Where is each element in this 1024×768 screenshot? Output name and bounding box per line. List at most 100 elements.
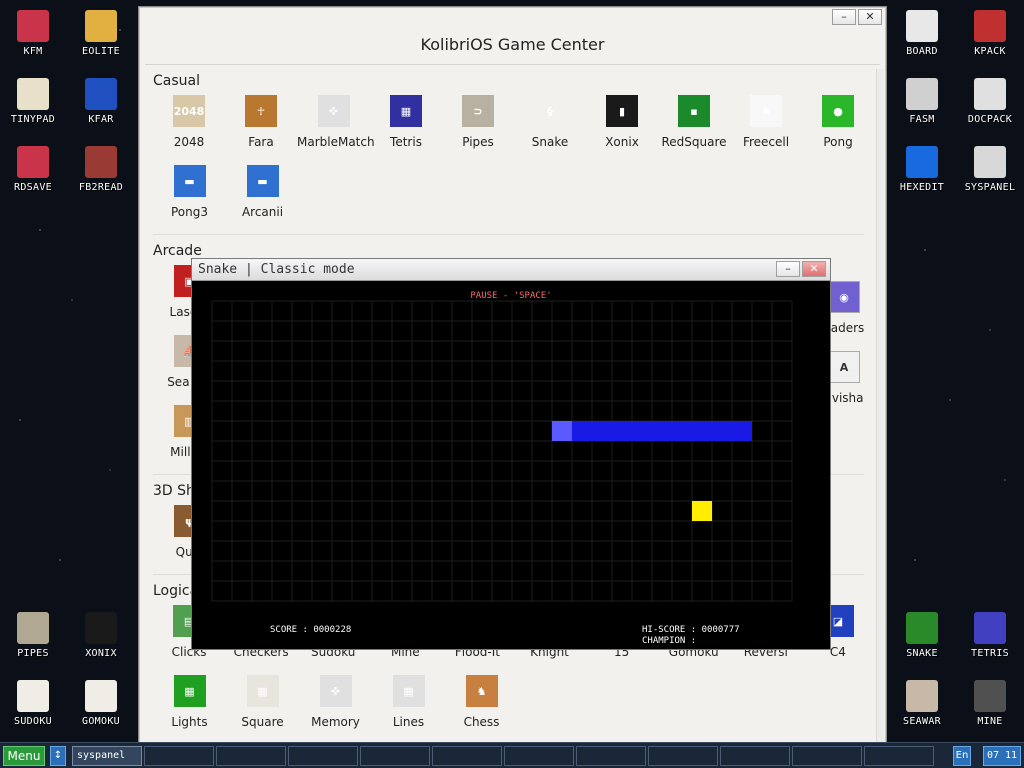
desktop-icon-label: SYSPANEL (964, 182, 1016, 193)
game-label: MarbleMatch (297, 135, 375, 149)
snake-segment (572, 421, 592, 441)
gamepad-icon: ✜ (319, 675, 352, 707)
fasm-icon (906, 78, 938, 110)
task-item-empty[interactable] (288, 746, 358, 766)
desktop-icon-fb2read[interactable]: FB2READ (69, 146, 133, 193)
game-lights[interactable]: ▦ Lights (153, 671, 226, 741)
game-chess[interactable]: ♞ Chess (445, 671, 518, 741)
desktop-icon-eolite[interactable]: EOLITE (69, 10, 133, 57)
arrow-button[interactable]: ↕ (50, 746, 66, 766)
game-arcanii[interactable]: ▬ Arcanii (226, 161, 299, 231)
desktop-icon-xonix[interactable]: XONIX (69, 612, 133, 659)
desktop-icon-label: DOCPACK (967, 114, 1013, 125)
snake-head (552, 421, 572, 441)
snake-segment (592, 421, 612, 441)
snake-title: Snake | Classic mode (198, 262, 355, 277)
snake-minimize-button[interactable]: – (776, 261, 800, 277)
task-item-empty[interactable] (792, 746, 862, 766)
desktop-icon-pipes[interactable]: PIPES (1, 612, 65, 659)
pipes-icon (17, 612, 49, 644)
desktop-icon-mine[interactable]: MINE (958, 680, 1022, 727)
minimize-button[interactable]: – (832, 9, 856, 25)
game-xonix[interactable]: ▮ Xonix (586, 91, 658, 161)
game-freecell[interactable]: ♠ Freecell (730, 91, 802, 161)
game-pipes[interactable]: ⊃ Pipes (442, 91, 514, 161)
task-item-empty[interactable] (504, 746, 574, 766)
snake-close-button[interactable]: ✕ (802, 261, 826, 277)
hiscore-block: HI-SCORE : 0000777 CHAMPION : (642, 625, 740, 647)
syspanel-icon (974, 146, 1006, 178)
game-fara[interactable]: ☥ Fara (225, 91, 297, 161)
task-item-empty[interactable] (864, 746, 934, 766)
game-center-title: KolibriOS Game Center (420, 35, 605, 54)
desktop-icon-syspanel[interactable]: SYSPANEL (958, 146, 1022, 193)
hiscore-text: HI-SCORE : 0000777 (642, 625, 740, 635)
task-item-syspanel[interactable]: syspanel (72, 746, 142, 766)
snake-playfield[interactable]: PAUSE - 'SPACE' SCORE : 0000228 HI-SCORE… (196, 283, 826, 647)
taskbar: Menu ↕ syspanel En 07 11 (0, 742, 1024, 768)
floppy-icon (17, 10, 49, 42)
desktop-icon-hexedit[interactable]: HEXEDIT (890, 146, 954, 193)
task-item-empty[interactable] (432, 746, 502, 766)
game-2048[interactable]: 2048 2048 (153, 91, 225, 161)
board-icon (906, 10, 938, 42)
desktop-icon-kfm[interactable]: KFM (1, 10, 65, 57)
desktop-icon-tetris[interactable]: TETRIS (958, 612, 1022, 659)
desktop-icon-seawar[interactable]: SEAWAR (890, 680, 954, 727)
game-label: Xonix (605, 135, 639, 149)
game-tetris[interactable]: ▦ Tetris (370, 91, 442, 161)
game-square[interactable]: ▦ Square (226, 671, 299, 741)
hexedit-icon (906, 146, 938, 178)
desktop-icon-fasm[interactable]: FASM (890, 78, 954, 125)
task-item-empty[interactable] (576, 746, 646, 766)
game-label: Tetris (390, 135, 422, 149)
docpack-icon (974, 78, 1006, 110)
redsquare-icon: ▪ (678, 95, 710, 127)
desktop-icon-sudoku[interactable]: SUDOKU (1, 680, 65, 727)
folder-icon (85, 10, 117, 42)
game-marblematch[interactable]: ✜ MarbleMatch (297, 91, 375, 161)
game-snake[interactable]: § Snake (514, 91, 586, 161)
language-indicator[interactable]: En (953, 746, 971, 766)
desktop-icon-tinypad[interactable]: TINYPAD (1, 78, 65, 125)
desktop-icon-board[interactable]: BOARD (890, 10, 954, 57)
desktop-icon-label: RDSAVE (14, 182, 52, 193)
desktop-icon-label: FASM (909, 114, 935, 125)
desktop-icon-snake[interactable]: SNAKE (890, 612, 954, 659)
game-pong[interactable]: ● Pong (802, 91, 874, 161)
task-item-empty[interactable] (720, 746, 790, 766)
game-label: Chess (463, 715, 500, 729)
paddle-icon: ▬ (246, 165, 279, 197)
xonix-icon: ▮ (606, 95, 638, 127)
game-lines[interactable]: ▦ Lines (372, 671, 445, 741)
gomoku-icon (85, 680, 117, 712)
snake-icon (906, 612, 938, 644)
task-item-empty[interactable] (216, 746, 286, 766)
desktop-icon-label: XONIX (85, 648, 117, 659)
game-redsquare[interactable]: ▪ RedSquare (658, 91, 730, 161)
gamepad-icon: ✜ (317, 95, 350, 127)
task-item-empty[interactable] (360, 746, 430, 766)
desktop-icon-kfar[interactable]: KFAR (69, 78, 133, 125)
game-label: Freecell (742, 135, 790, 149)
game-center-titlebar[interactable]: – ✕ (139, 7, 886, 29)
desktop-icon-kpack[interactable]: KPACK (958, 10, 1022, 57)
task-item-empty[interactable] (144, 746, 214, 766)
desktop-icon-gomoku[interactable]: GOMOKU (69, 680, 133, 727)
desktop-icon-docpack[interactable]: DOCPACK (958, 78, 1022, 125)
game-memory[interactable]: ✜ Memory (299, 671, 372, 741)
ball-icon: ● (822, 95, 854, 127)
scrollbar[interactable] (876, 69, 884, 751)
snake-grid (211, 300, 793, 602)
commander-icon (85, 78, 117, 110)
xonix-icon (85, 612, 117, 644)
desktop-icon-rdsave[interactable]: RDSAVE (1, 146, 65, 193)
snake-segment (732, 421, 752, 441)
game-pong3[interactable]: ▬ Pong3 (153, 161, 226, 231)
snake-titlebar[interactable]: Snake | Classic mode – ✕ (192, 259, 830, 281)
game-label: Square (241, 715, 284, 729)
close-button[interactable]: ✕ (858, 9, 882, 25)
game-label: Pong (823, 135, 853, 149)
menu-button[interactable]: Menu (3, 746, 45, 766)
task-item-empty[interactable] (648, 746, 718, 766)
